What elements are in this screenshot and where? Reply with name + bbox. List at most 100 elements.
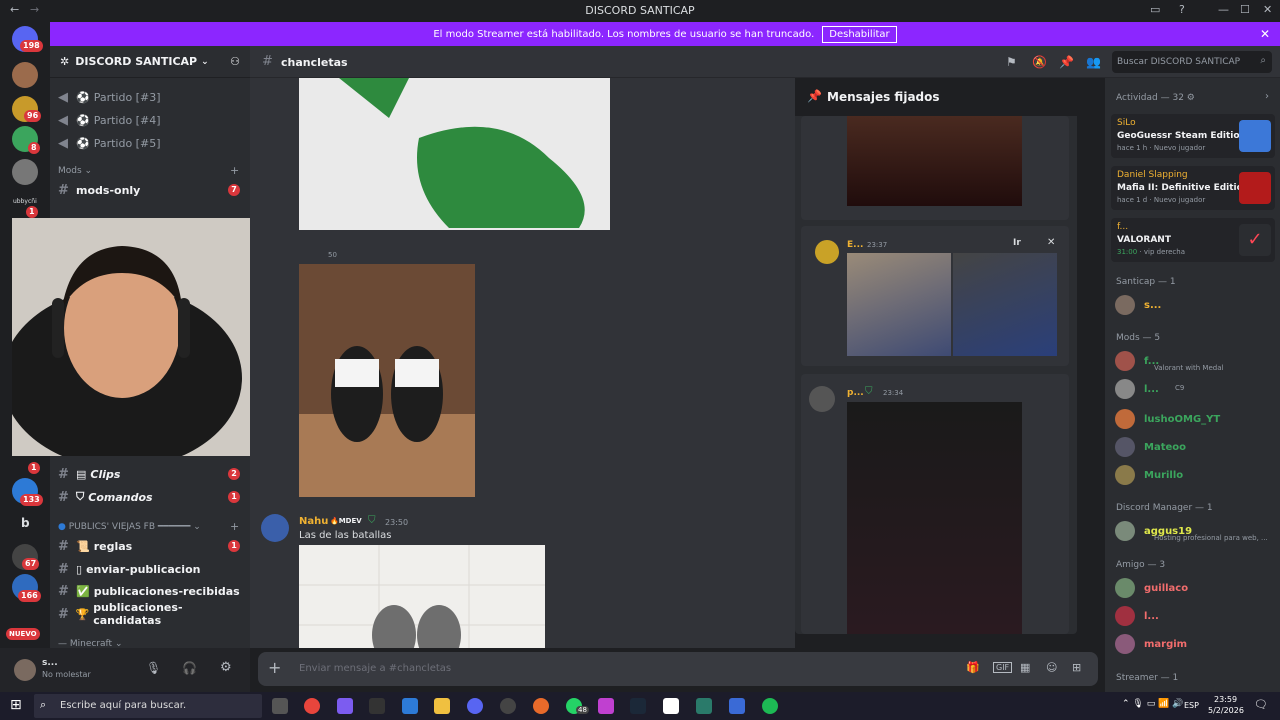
- pinned-image[interactable]: [953, 253, 1057, 356]
- attachment-image[interactable]: [299, 78, 610, 230]
- avatar[interactable]: [809, 386, 835, 412]
- taskbar-search[interactable]: ⌕ Escribe aquí para buscar.: [34, 694, 262, 718]
- server-icon[interactable]: [12, 159, 38, 185]
- category-mods[interactable]: Mods ⌄: [58, 166, 92, 176]
- windows-start-icon[interactable]: ⊞: [10, 697, 22, 713]
- system-tray-icons[interactable]: ⌃ 🎙 ▭ 📶 🔊: [1122, 699, 1183, 709]
- server-icon[interactable]: [12, 62, 38, 88]
- pinned-image[interactable]: [847, 116, 1022, 206]
- gift-icon[interactable]: 🎁: [966, 661, 980, 674]
- notifications-icon[interactable]: 🗨: [1254, 698, 1268, 711]
- emoji-icon[interactable]: ☺: [1046, 661, 1057, 674]
- file-explorer-icon[interactable]: [434, 698, 450, 714]
- voice-channel[interactable]: ◀ ⚽ Partido [#5]: [58, 134, 246, 152]
- member-item[interactable]: lushoOMG_YT: [1115, 406, 1275, 432]
- capcut-icon[interactable]: [663, 698, 679, 714]
- epic-games-icon[interactable]: [369, 698, 385, 714]
- member-list-icon[interactable]: 👥: [1086, 55, 1101, 69]
- channel-clips[interactable]: # ▤ Clips 2: [58, 465, 246, 483]
- task-view-icon[interactable]: [272, 698, 288, 714]
- channel-publicaciones-candidatas[interactable]: # 🏆 publicaciones-candidatas: [58, 601, 246, 627]
- gif-icon[interactable]: GIF: [993, 662, 1013, 673]
- headphones-icon[interactable]: 🎧: [182, 661, 197, 675]
- channel-enviar-publicacion[interactable]: # ▯ enviar-publicacion: [58, 560, 246, 578]
- maximize-button[interactable]: ☐: [1240, 3, 1250, 16]
- channel-reglas[interactable]: # 📜 reglas 1: [58, 537, 246, 555]
- microphone-icon[interactable]: 🎙: [146, 661, 161, 675]
- close-button[interactable]: ✕: [1263, 3, 1272, 16]
- voice-channel[interactable]: ◀ ⚽ Partido [#4]: [58, 111, 246, 129]
- add-channel-icon[interactable]: +: [230, 520, 239, 533]
- discord-icon[interactable]: [467, 698, 483, 714]
- channel-mods-only[interactable]: # mods-only 7: [58, 181, 246, 199]
- member-item[interactable]: Murillo: [1115, 462, 1275, 488]
- vpn-icon[interactable]: [729, 698, 745, 714]
- inbox-icon[interactable]: ▭: [1150, 3, 1160, 16]
- obs-icon[interactable]: [500, 698, 516, 714]
- pinned-image[interactable]: [847, 402, 1022, 634]
- add-attachment-icon[interactable]: +: [268, 658, 281, 677]
- message-author[interactable]: Nahu: [299, 516, 328, 527]
- jump-button[interactable]: Ir: [1013, 238, 1021, 248]
- message-composer[interactable]: + Enviar mensaje a #chancletas 🎁 GIF ▦ ☺…: [258, 652, 1098, 686]
- disable-streamer-button[interactable]: Deshabilitar: [822, 25, 897, 43]
- avatar[interactable]: [14, 659, 36, 681]
- member-item[interactable]: Mateoo: [1115, 434, 1275, 460]
- member-item[interactable]: l...: [1115, 603, 1275, 629]
- activity-card[interactable]: SiLo GeoGuessr Steam Edition hace 1 h · …: [1111, 114, 1275, 158]
- attachment-image[interactable]: [299, 264, 475, 497]
- message-author[interactable]: p...: [847, 388, 864, 398]
- avatar[interactable]: [261, 514, 289, 542]
- minimize-button[interactable]: —: [1218, 3, 1229, 16]
- message-author[interactable]: E...: [847, 240, 863, 250]
- help-icon[interactable]: ?: [1179, 3, 1185, 16]
- pinned-image[interactable]: [847, 253, 951, 356]
- threads-icon[interactable]: ⚑: [1006, 55, 1017, 69]
- member-item[interactable]: f... Valorant with Medal: [1115, 348, 1275, 374]
- clock-date[interactable]: 5/2/2026: [1208, 706, 1244, 715]
- guild-header[interactable]: ✲ DISCORD SANTICAP ⌄ ⚇: [50, 46, 250, 78]
- attachment-image[interactable]: [299, 545, 545, 648]
- taskbar-search-input[interactable]: Escribe aquí para buscar.: [60, 700, 186, 711]
- apps-icon[interactable]: ⊞: [1072, 661, 1081, 674]
- add-user-icon[interactable]: ⚇: [230, 55, 240, 68]
- member-item[interactable]: l... C9: [1115, 376, 1275, 402]
- avatar[interactable]: [815, 240, 839, 264]
- clock-time[interactable]: 23:59: [1214, 695, 1237, 704]
- pin-icon[interactable]: 📌: [1059, 55, 1074, 69]
- pinned-message[interactable]: [801, 116, 1069, 220]
- app-icon[interactable]: [598, 698, 614, 714]
- channel-publicaciones-recibidas[interactable]: # ✅ publicaciones-recibidas: [58, 582, 246, 600]
- chevron-right-icon[interactable]: ›: [1265, 91, 1269, 102]
- steam-icon[interactable]: [630, 698, 646, 714]
- pinned-message[interactable]: E... 23:37 Ir ✕: [801, 226, 1069, 366]
- message-input[interactable]: Enviar mensaje a #chancletas: [299, 663, 451, 674]
- voice-channel[interactable]: ◀ ⚽ Partido [#3]: [58, 88, 246, 106]
- app-icon[interactable]: [337, 698, 353, 714]
- chrome-icon[interactable]: [304, 698, 320, 714]
- pinned-message[interactable]: p... ⛉ 23:34: [801, 374, 1069, 634]
- activity-card[interactable]: f... VALORANT 31:00 · vip derecha ✓: [1111, 218, 1275, 262]
- channel-comandos[interactable]: # ⛉ Comandos 1: [58, 488, 246, 506]
- search-input[interactable]: Buscar DISCORD SANTICAP: [1117, 57, 1240, 67]
- search-icon: ⌕: [1260, 55, 1266, 66]
- sticker-icon[interactable]: ▦: [1020, 661, 1030, 674]
- app-icon[interactable]: [696, 698, 712, 714]
- activity-card[interactable]: Daniel Slapping Mafia II: Definitive Edi…: [1111, 166, 1275, 210]
- member-item[interactable]: aggus19 Hosting profesional para web, ...: [1115, 518, 1275, 544]
- unpin-close-icon[interactable]: ✕: [1047, 237, 1055, 248]
- spotify-icon[interactable]: [762, 698, 778, 714]
- member-item[interactable]: margim: [1115, 631, 1275, 657]
- add-channel-icon[interactable]: +: [230, 164, 239, 177]
- category-publics[interactable]: ● PUBLICS' VIEJAS FB ━━━━━━ ⌄: [58, 522, 201, 532]
- member-item[interactable]: s...: [1115, 292, 1275, 318]
- language-indicator[interactable]: ESP: [1184, 701, 1199, 710]
- mail-icon[interactable]: [402, 698, 418, 714]
- gear-icon[interactable]: ⚙: [220, 660, 232, 675]
- member-item[interactable]: guillaco: [1115, 575, 1275, 601]
- server-letter[interactable]: b: [21, 516, 30, 530]
- close-icon[interactable]: ✕: [1260, 27, 1270, 41]
- search-box[interactable]: Buscar DISCORD SANTICAP ⌕: [1112, 51, 1272, 73]
- app-icon[interactable]: [533, 698, 549, 714]
- notifications-icon[interactable]: 🔕: [1032, 55, 1047, 69]
